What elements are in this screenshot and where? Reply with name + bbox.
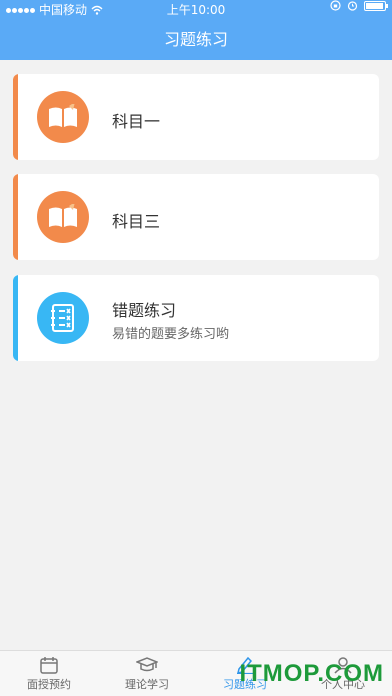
subject-one-card[interactable]: 科目一: [13, 74, 379, 160]
wrong-questions-card[interactable]: 错题练习 易错的题要多练习哟: [13, 275, 379, 361]
tab-label: 理论学习: [125, 677, 169, 691]
card-accent-bar: [13, 174, 18, 260]
card-subtitle: 易错的题要多练习哟: [112, 327, 230, 342]
carrier-label: 中国移动: [39, 3, 88, 17]
card-label: 科目三: [112, 212, 161, 231]
tab-theory[interactable]: 理论学习: [98, 651, 196, 696]
card-label: 科目一: [112, 112, 161, 131]
status-right: [330, 0, 388, 11]
page-title: 习题练习: [163, 30, 228, 49]
calendar-icon: [40, 656, 58, 674]
card-accent-bar: [13, 74, 18, 160]
book-icon: [37, 91, 89, 143]
tab-label: 面授预约: [27, 677, 71, 691]
status-bar: 中国移动 上午10:00: [0, 0, 392, 20]
battery-icon: [364, 0, 388, 11]
wifi-icon: [91, 5, 103, 15]
alarm-icon: [347, 1, 358, 11]
app-header: 中国移动 上午10:00 习题练习: [0, 0, 392, 60]
book-icon: [37, 191, 89, 243]
signal-icon: [6, 7, 35, 13]
tab-appointment[interactable]: 面授预约: [0, 651, 98, 696]
status-left: 中国移动: [6, 0, 103, 20]
checklist-icon: [37, 292, 89, 344]
card-accent-bar: [13, 275, 18, 361]
orientation-lock-icon: [330, 0, 341, 11]
watermark-logo: ITMOP.COM: [239, 660, 384, 687]
card-label: 错题练习: [112, 301, 177, 320]
subject-three-card[interactable]: 科目三: [13, 174, 379, 260]
battery-level: [366, 2, 384, 9]
graduation-cap-icon: [136, 656, 158, 671]
